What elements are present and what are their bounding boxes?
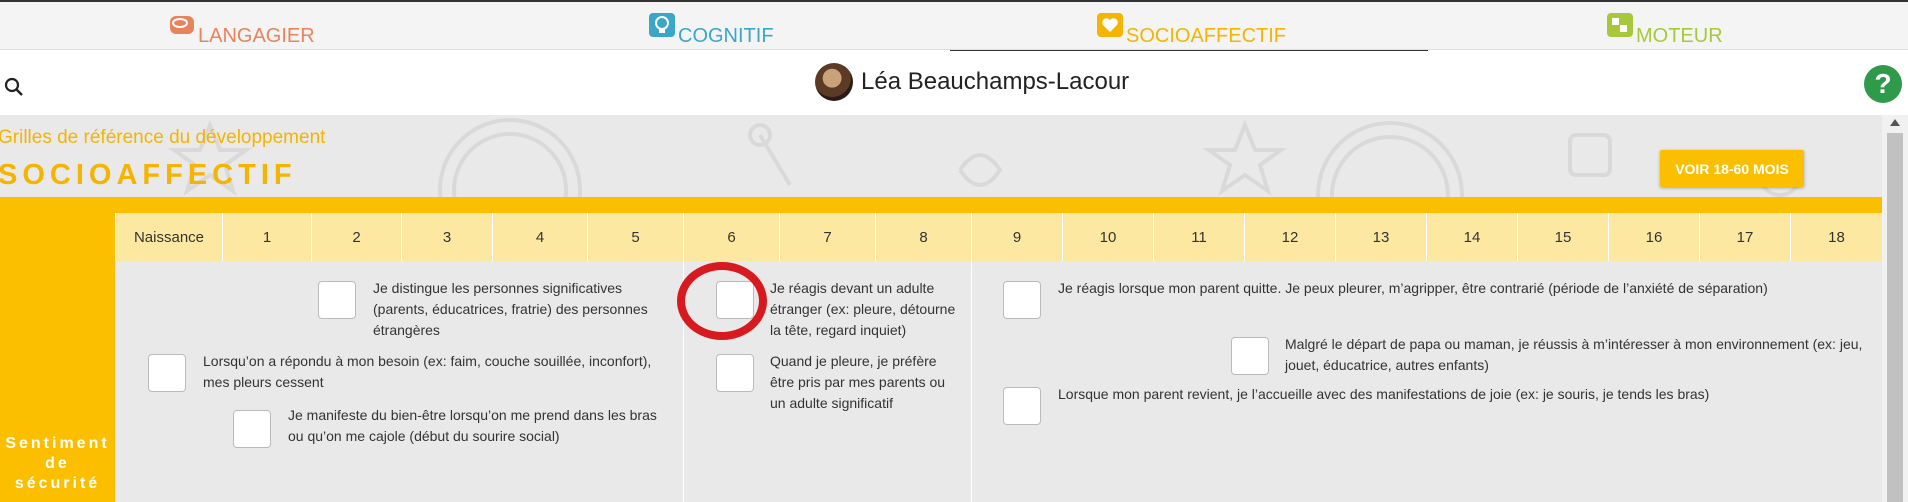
month-header: 14: [1426, 213, 1517, 261]
month-header: 3: [401, 213, 492, 261]
milestone-checkbox[interactable]: [318, 281, 356, 319]
tab-langagier[interactable]: LANGAGIER: [168, 8, 315, 48]
milestone-checkbox[interactable]: [1003, 387, 1041, 425]
milestone-text: Je réagis lorsque mon parent quitte. Je …: [1058, 280, 1768, 296]
month-header: 5: [587, 213, 683, 261]
child-name: Léa Beauchamps-Lacour: [861, 68, 1130, 95]
milestone-checkbox[interactable]: [233, 410, 271, 448]
page-subtitle: Grilles de référence du développement: [0, 127, 326, 148]
month-header: 8: [875, 213, 971, 261]
month-header: 16: [1608, 213, 1699, 261]
milestone-checkbox[interactable]: [716, 354, 754, 392]
month-header: 12: [1244, 213, 1335, 261]
row-label-line: Sentiment: [5, 435, 110, 452]
month-header: 11: [1153, 213, 1244, 261]
month-header: 18: [1790, 213, 1882, 261]
milestone-text: Lorsque mon parent revient, je l’accueil…: [1058, 386, 1710, 402]
milestone-text: Je manifeste du bien-être lorsqu’on me p…: [288, 407, 657, 444]
month-header: 10: [1062, 213, 1153, 261]
milestones-row: Sentiment de sécurité Je distingue les p…: [0, 261, 1882, 502]
month-header: 17: [1699, 213, 1790, 261]
milestone-text: Quand je pleure, je préfère être pris pa…: [770, 353, 946, 411]
title-divider: [0, 197, 1882, 213]
tab-label: MOTEUR: [1636, 25, 1723, 47]
row-label-header: [0, 213, 115, 261]
row-label: Sentiment de sécurité: [0, 261, 115, 502]
heart-icon: [1097, 13, 1123, 37]
milestone-checkbox[interactable]: [148, 354, 186, 392]
month-header: 4: [492, 213, 587, 261]
child-profile[interactable]: Léa Beauchamps-Lacour: [815, 63, 1129, 101]
milestone-text: Je réagis devant un adulte étranger (ex:…: [770, 280, 956, 338]
view-18-60-months-button[interactable]: VOIR 18-60 MOIS: [1660, 150, 1804, 187]
milestone-checkbox[interactable]: [1231, 337, 1269, 375]
profile-header: Léa Beauchamps-Lacour ?: [0, 51, 1908, 116]
milestone-checkbox[interactable]: [1003, 281, 1041, 319]
month-header: 7: [779, 213, 875, 261]
tab-label: SOCIOAFFECTIF: [1126, 25, 1286, 47]
month-header: 6: [683, 213, 779, 261]
tab-cognitif[interactable]: COGNITIF: [648, 8, 774, 48]
scroll-up-arrow-icon[interactable]: [1890, 119, 1900, 126]
milestone-text: Lorsqu’on a répondu à mon besoin (ex: fa…: [203, 353, 652, 390]
avatar: [815, 63, 853, 101]
month-header: 13: [1335, 213, 1426, 261]
lightbulb-icon: [649, 13, 675, 37]
domain-tabs: LANGAGIER COGNITIF SOCIOAFFECTIF MOTEUR: [0, 0, 1908, 52]
help-button[interactable]: ?: [1864, 65, 1902, 103]
month-header-row: Naissance 1 2 3 4 5 6 7 8 9 10 11 12 13 …: [0, 213, 1882, 261]
main-content: Grilles de référence du développement SO…: [0, 115, 1882, 502]
tab-moteur[interactable]: MOTEUR: [1606, 8, 1723, 48]
month-header: 15: [1517, 213, 1608, 261]
speech-bubbles-icon: [170, 16, 194, 34]
blocks-icon: [1607, 13, 1633, 37]
row-label-line: de: [45, 455, 70, 472]
month-header: Naissance: [115, 213, 222, 261]
row-label-line: sécurité: [14, 475, 101, 492]
scrollbar-thumb[interactable]: [1887, 133, 1903, 502]
page-title: SOCIOAFFECTIF: [0, 159, 297, 191]
column-divider: [971, 261, 972, 502]
month-header: 2: [311, 213, 401, 261]
tab-socioaffectif[interactable]: SOCIOAFFECTIF: [1096, 8, 1286, 48]
milestone-text: Je distingue les personnes significative…: [373, 280, 648, 338]
milestone-text: Malgré le départ de papa ou maman, je ré…: [1285, 336, 1863, 373]
month-header: 9: [971, 213, 1062, 261]
vertical-scrollbar[interactable]: [1882, 115, 1908, 502]
search-icon[interactable]: [4, 77, 24, 97]
tab-label: COGNITIF: [678, 25, 774, 47]
tab-label: LANGAGIER: [198, 25, 315, 47]
highlight-annotation: [677, 262, 767, 340]
month-header: 1: [222, 213, 311, 261]
